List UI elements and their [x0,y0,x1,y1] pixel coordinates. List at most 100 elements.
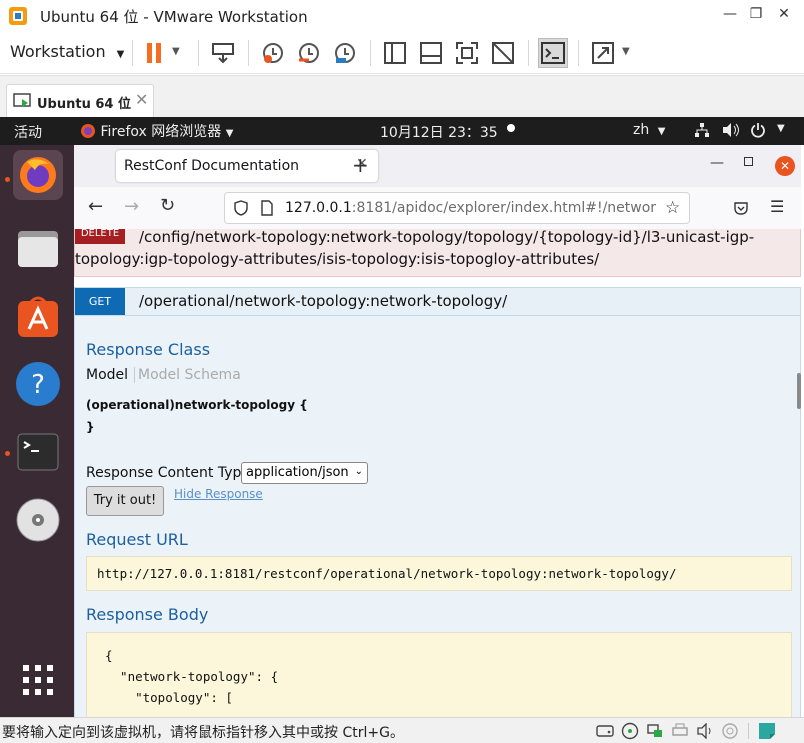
chevron-down-icon[interactable]: ▼ [622,46,630,57]
try-it-out-button[interactable]: Try it out! [86,486,164,516]
running-indicator [5,451,10,456]
help-icon: ? [16,362,60,406]
browser-minimize-button[interactable]: — [710,155,724,171]
app-name: Firefox 网络浏览器 [100,124,222,140]
delete-path[interactable]: /config/network-topology:network-topolog… [75,229,795,270]
vmware-toolbar: Workstation ▼ ▼ ▼ [0,32,804,74]
dock-software[interactable] [13,291,63,341]
browser-maximize-button[interactable] [744,157,753,166]
dock-dvd[interactable] [13,495,63,545]
dock-terminal[interactable] [13,427,63,477]
printer-icon[interactable] [671,723,689,739]
vm-tab-ubuntu[interactable]: Ubuntu 64 位 ✕ [6,84,154,118]
send-keys-icon[interactable] [210,40,236,66]
sound-icon[interactable] [696,723,714,739]
vm-tab-label: Ubuntu 64 位 [37,97,131,112]
back-button[interactable]: ← [88,196,103,217]
files-icon [18,231,58,267]
input-method-menu[interactable]: zh ▼ [633,122,665,138]
chevron-down-icon[interactable]: ▼ [172,46,180,57]
page-icon [261,200,273,216]
operation-panel: Response Class Model Model Schema (opera… [74,316,801,717]
ubuntu-topbar: 活动 Firefox 网络浏览器 ▼ 10月12日 23：35 zh ▼ ▼ [0,117,804,145]
content-type-label: Response Content Type [86,465,250,481]
chevron-down-icon[interactable]: ▼ [777,123,785,134]
delete-endpoint-row[interactable]: DELETE /config/network-topology:network-… [74,229,801,277]
firefox-icon [20,157,56,193]
shield-icon [234,200,248,216]
browser-tab[interactable]: RestConf Documentation ✕ [116,150,378,182]
request-url-heading: Request URL [86,530,188,549]
svg-text:?: ? [31,370,45,400]
volume-icon[interactable] [722,122,740,138]
unity-mode-icon[interactable] [490,40,516,66]
firefox-small-icon [81,124,95,138]
chevron-down-icon: ▼ [225,128,234,139]
request-url-box: http://127.0.0.1:8181/restconf/operation… [86,556,792,591]
app-menu[interactable]: Firefox 网络浏览器 ▼ [80,121,233,141]
page-scrollbar[interactable] [797,229,801,717]
display-icon[interactable] [721,722,739,740]
page-content: DELETE /config/network-topology:network-… [74,229,801,717]
network-adapter-icon[interactable] [646,723,664,739]
fullscreen-icon[interactable] [454,40,480,66]
dock-firefox[interactable] [13,150,63,200]
url-host: 127.0.0.1 [285,200,352,216]
get-endpoint-row[interactable]: GET /operational/network-topology:networ… [74,287,801,316]
vmware-statusbar: 要将输入定向到该虚拟机，请将鼠标指针移入其中或按 Ctrl+G。 [0,717,804,743]
network-icon[interactable] [694,122,710,138]
software-icon [18,296,58,337]
new-tab-button[interactable]: + [352,153,369,177]
firefox-navbar: ← → ↻ 127.0.0.1:8181/apidoc/explorer/ind… [74,187,801,229]
thumbnail-view-icon[interactable] [418,40,444,66]
reload-button[interactable]: ↻ [160,195,175,216]
close-icon[interactable]: ✕ [135,90,148,109]
pause-icon[interactable] [142,40,168,66]
window-title: Ubuntu 64 位 - VMware Workstation [40,7,308,26]
pocket-icon[interactable] [733,200,749,216]
bookmark-star-icon[interactable]: ☆ [665,198,680,218]
url-text: 127.0.0.1:8181/apidoc/explorer/index.htm… [285,200,656,216]
browser-close-button[interactable]: ✕ [775,156,795,176]
cd-icon[interactable] [621,722,639,740]
minimize-button[interactable]: — [720,6,740,22]
sidebar-view-icon[interactable] [382,40,408,66]
forward-button[interactable]: → [124,196,139,217]
toolbar-divider [132,40,133,66]
content-type-value: application/json [246,465,349,480]
status-message: 要将输入定向到该虚拟机，请将鼠标指针移入其中或按 Ctrl+G。 [2,725,404,741]
workstation-menu[interactable]: Workstation ▼ [10,42,124,61]
hide-response-link[interactable]: Hide Response [174,487,263,501]
workstation-menu-label: Workstation [10,42,106,61]
get-path[interactable]: /operational/network-topology:network-to… [139,292,507,310]
revert-snapshot-icon[interactable] [296,40,322,66]
restore-button[interactable]: ❐ [746,6,766,22]
model-schema-tab[interactable]: Model Schema [138,367,241,383]
stretch-icon[interactable] [590,40,616,66]
url-bar[interactable]: 127.0.0.1:8181/apidoc/explorer/index.htm… [224,192,690,224]
menu-hamburger-icon[interactable]: ☰ [770,197,784,216]
content-type-select[interactable]: application/json ⌄ [241,462,368,484]
power-icon[interactable] [750,122,766,138]
close-window-button[interactable]: ✕ [774,6,794,22]
snapshot-icon[interactable] [260,40,286,66]
statusbar-divider [748,723,749,739]
scrollbar-thumb[interactable] [797,373,801,409]
vmware-window: { "vmware": { "window_title": "Ubuntu 64… [0,0,804,743]
tab-title: RestConf Documentation [124,158,300,174]
message-icon[interactable] [758,722,776,740]
hard-disk-icon[interactable] [596,723,614,739]
vmware-logo-icon [9,7,27,25]
model-tab[interactable]: Model [86,367,136,383]
clock[interactable]: 10月12日 23：35 [380,122,498,142]
dock-files[interactable] [13,223,63,273]
snapshot-manager-icon[interactable] [332,40,358,66]
firefox-tabbar: RestConf Documentation ✕ + — ✕ [74,145,801,187]
dock-help[interactable]: ? [13,359,63,409]
console-view-button[interactable] [538,38,568,68]
activities-button[interactable]: 活动 [14,122,42,142]
get-badge: GET [75,288,125,315]
toolbar-divider [578,40,579,66]
response-body-box: { "network-topology": { "topology": [ [86,632,792,717]
show-apps-button[interactable] [13,655,63,705]
